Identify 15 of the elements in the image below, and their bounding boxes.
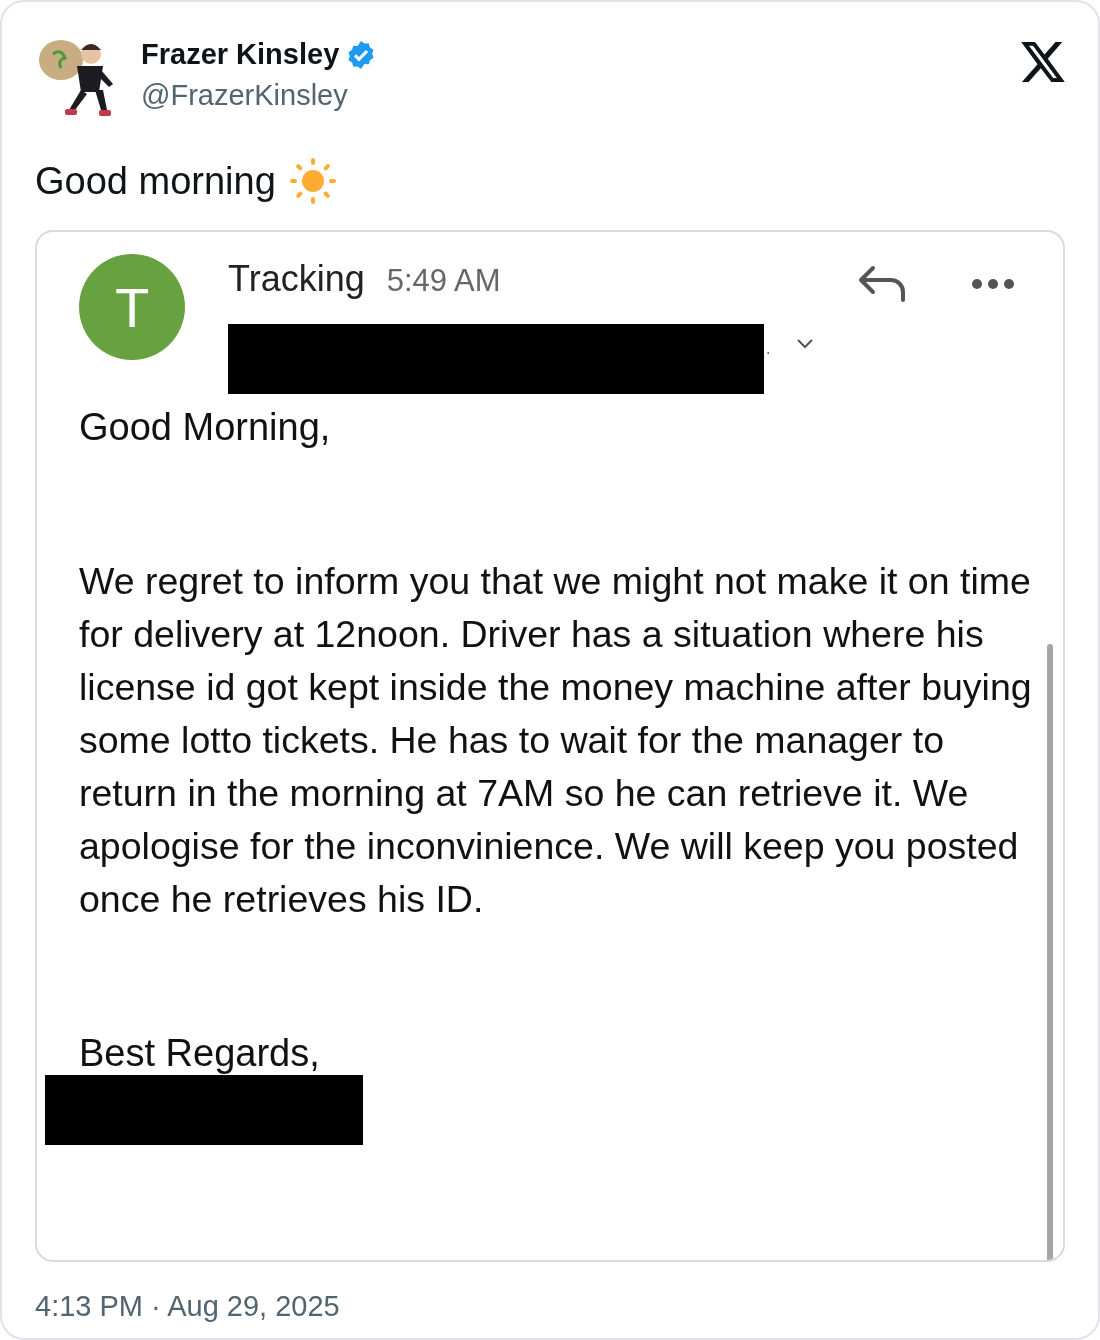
sender-name: Tracking (228, 258, 365, 300)
sender-avatar: T (79, 254, 185, 360)
x-logo-icon[interactable] (1021, 42, 1065, 82)
email-body: We regret to inform you that we might not make it on time for delivery at 12noon. Driver has a situation where his license id got kept inside the money machine after buying some lotto tickets. He has to wait for the manager to return in the morning at 7AM so he can retrieve it. We apologise for the inconvinience. We will keep you posted once he retrieves his ID. (79, 559, 1033, 922)
email-time: 5:49 AM (386, 263, 501, 299)
more-icon[interactable] (971, 278, 1016, 290)
email-greeting: Good Morning, (79, 406, 332, 449)
recipient-suffix: . (766, 340, 771, 358)
sun-icon (287, 156, 338, 206)
tweet-timestamp[interactable]: 4:13 PM · Aug 29, 2025 (35, 1290, 1065, 1323)
author-handle[interactable]: @FrazerKinsley (141, 79, 1003, 112)
tweet-text: Good morning (35, 159, 276, 203)
author-name[interactable]: Frazer Kinsley (141, 38, 340, 71)
chevron-down-icon[interactable] (796, 338, 815, 350)
email-closing: Best Regards, (79, 1032, 321, 1075)
